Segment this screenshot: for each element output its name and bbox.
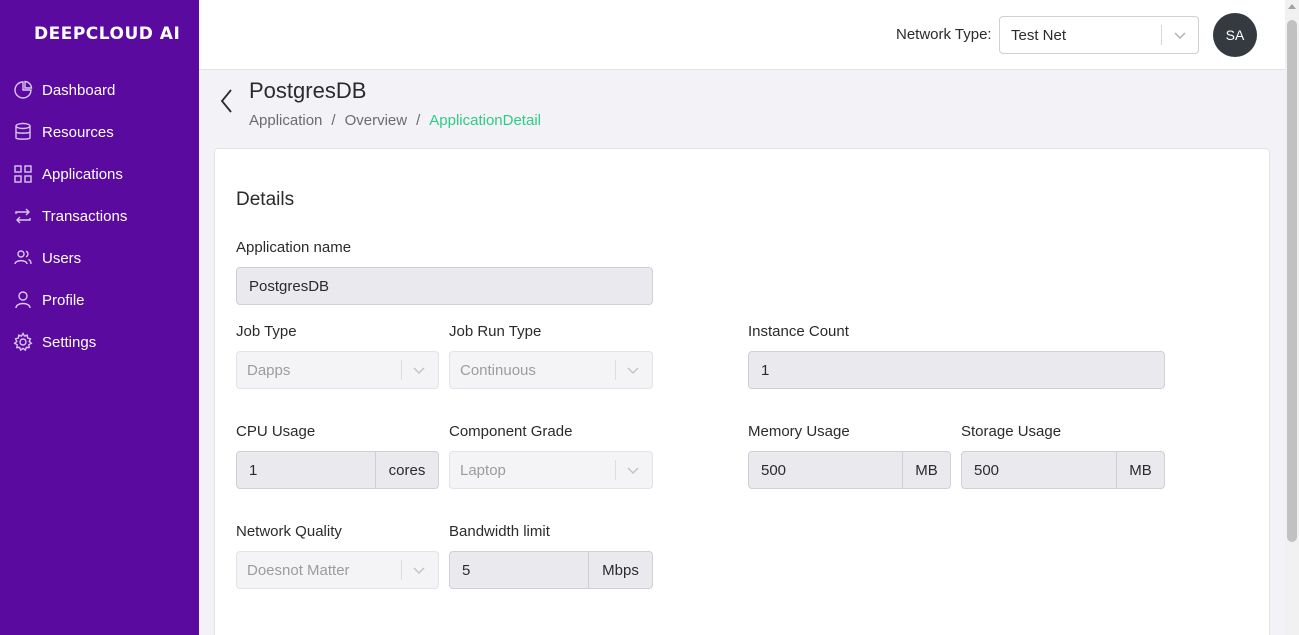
bandwidth-limit-label: Bandwidth limit <box>449 523 550 540</box>
user-icon <box>13 290 33 310</box>
network-type-value: Test Net <box>1011 27 1067 44</box>
component-grade-value: Laptop <box>460 462 506 479</box>
memory-usage-label: Memory Usage <box>748 423 850 440</box>
storage-usage-field[interactable]: 500 <box>961 451 1117 489</box>
job-run-type-value: Continuous <box>460 362 536 379</box>
app-logo[interactable]: DEEPCLOUD AI <box>34 24 180 44</box>
storage-usage-value: 500 <box>974 462 1000 479</box>
instance-count-field[interactable]: 1 <box>748 351 1165 389</box>
cpu-usage-value: 1 <box>249 462 258 479</box>
select-divider <box>615 360 616 380</box>
job-run-type-select[interactable]: Continuous <box>449 351 653 389</box>
job-type-select[interactable]: Dapps <box>236 351 439 389</box>
memory-usage-value: 500 <box>761 462 787 479</box>
select-divider <box>615 460 616 480</box>
application-name-label: Application name <box>236 239 352 256</box>
memory-usage-field[interactable]: 500 <box>748 451 903 489</box>
bandwidth-unit-addon: Mbps <box>589 551 653 589</box>
storage-unit-addon: MB <box>1117 451 1165 489</box>
sidebar-item-users[interactable]: Users <box>0 237 199 279</box>
sidebar: DEEPCLOUD AI Dashboard Resources Applica… <box>0 0 199 635</box>
details-card: Details Application name PostgresDB Job … <box>214 148 1270 635</box>
network-quality-value: Doesnot Matter <box>247 562 350 579</box>
breadcrumb-separator: / <box>331 112 336 129</box>
sidebar-item-label: Resources <box>42 123 114 141</box>
storage-usage-label: Storage Usage <box>961 423 1062 440</box>
application-name-field[interactable]: PostgresDB <box>236 267 653 305</box>
pie-chart-icon <box>13 80 33 100</box>
instance-count-label: Instance Count <box>748 323 849 340</box>
cpu-unit-addon: cores <box>376 451 439 489</box>
breadcrumb: Application / Overview / ApplicationDetail <box>249 112 541 129</box>
breadcrumb-separator: / <box>416 112 421 129</box>
sidebar-item-label: Applications <box>42 165 123 183</box>
memory-unit-addon: MB <box>903 451 951 489</box>
database-icon <box>13 122 33 142</box>
sidebar-item-transactions[interactable]: Transactions <box>0 195 199 237</box>
sidebar-item-label: Transactions <box>42 207 128 225</box>
top-bar: Network Type: Test Net SA <box>199 0 1285 70</box>
chevron-down-icon <box>1170 27 1190 43</box>
breadcrumb-application[interactable]: Application <box>249 112 322 129</box>
scrollbar[interactable] <box>1285 0 1299 635</box>
grid-icon <box>13 164 33 184</box>
scrollbar-thumb[interactable] <box>1287 20 1297 542</box>
select-divider <box>401 560 402 580</box>
repeat-icon <box>13 206 33 226</box>
chevron-down-icon <box>409 362 429 378</box>
job-type-value: Dapps <box>247 362 291 379</box>
sidebar-item-dashboard[interactable]: Dashboard <box>0 69 199 111</box>
instance-count-value: 1 <box>761 362 770 379</box>
gear-icon <box>13 332 33 352</box>
bandwidth-limit-value: 5 <box>462 562 471 579</box>
bandwidth-limit-group: 5 Mbps <box>449 551 653 589</box>
bandwidth-limit-field[interactable]: 5 <box>449 551 589 589</box>
breadcrumb-overview[interactable]: Overview <box>345 112 408 129</box>
chevron-left-icon <box>220 89 232 113</box>
scroll-up-arrow-icon[interactable] <box>1288 4 1296 9</box>
details-title: Details <box>236 189 295 210</box>
sidebar-item-profile[interactable]: Profile <box>0 279 199 321</box>
component-grade-select[interactable]: Laptop <box>449 451 653 489</box>
network-type-label: Network Type: <box>896 26 992 43</box>
avatar[interactable]: SA <box>1213 13 1257 57</box>
component-grade-label: Component Grade <box>449 423 573 440</box>
cpu-usage-group: 1 cores <box>236 451 439 489</box>
job-run-type-label: Job Run Type <box>449 323 542 340</box>
memory-usage-group: 500 MB <box>748 451 951 489</box>
application-name-value: PostgresDB <box>249 278 330 295</box>
cpu-usage-field[interactable]: 1 <box>236 451 376 489</box>
sidebar-item-resources[interactable]: Resources <box>0 111 199 153</box>
sidebar-item-label: Dashboard <box>42 81 116 99</box>
network-type-select[interactable]: Test Net <box>999 16 1199 54</box>
page-title: PostgresDB <box>249 78 367 103</box>
chevron-down-icon <box>623 362 643 378</box>
chevron-down-icon <box>623 462 643 478</box>
sidebar-nav: Dashboard Resources Applications Transac… <box>0 69 199 363</box>
select-divider <box>401 360 402 380</box>
sidebar-item-label: Users <box>42 249 82 267</box>
users-icon <box>13 248 33 268</box>
network-quality-select[interactable]: Doesnot Matter <box>236 551 439 589</box>
sidebar-item-label: Settings <box>42 333 97 351</box>
chevron-down-icon <box>409 562 429 578</box>
storage-usage-group: 500 MB <box>961 451 1165 489</box>
network-quality-label: Network Quality <box>236 523 342 540</box>
sidebar-item-label: Profile <box>42 291 85 309</box>
select-divider <box>1161 25 1162 45</box>
sidebar-item-settings[interactable]: Settings <box>0 321 199 363</box>
job-type-label: Job Type <box>236 323 297 340</box>
back-button[interactable] <box>214 86 240 116</box>
cpu-usage-label: CPU Usage <box>236 423 316 440</box>
sidebar-item-applications[interactable]: Applications <box>0 153 199 195</box>
breadcrumb-current: ApplicationDetail <box>429 112 541 129</box>
